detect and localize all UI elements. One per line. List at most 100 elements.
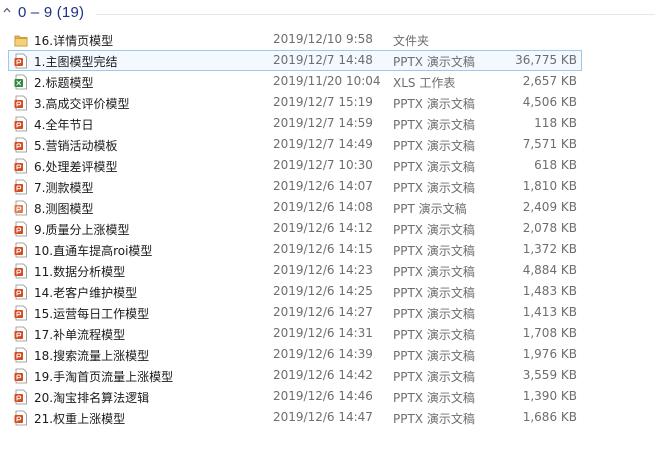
file-type: PPTX 演示文稿 <box>393 160 475 174</box>
file-type: PPTX 演示文稿 <box>393 181 475 195</box>
file-type: PPTX 演示文稿 <box>393 349 475 363</box>
pptx-icon <box>14 116 28 132</box>
group-title: 0 – 9 (19) <box>18 4 85 21</box>
file-name: 21.权重上涨模型 <box>34 412 126 426</box>
file-type: PPTX 演示文稿 <box>393 223 475 237</box>
file-row[interactable]: 2.标题模型 2019/11/20 10:04 XLS 工作表 2,657 KB <box>8 71 582 92</box>
file-row[interactable]: 1.主图模型完结 2019/12/7 14:48 PPTX 演示文稿 36,775 K… <box>8 50 582 71</box>
file-size: 1,413 KB <box>522 305 577 319</box>
file-type: PPTX 演示文稿 <box>393 328 475 342</box>
file-date: 2019/12/6 14:15 <box>273 242 373 256</box>
file-name: 7.测款模型 <box>34 181 94 195</box>
file-row[interactable]: 9.质量分上涨模型 2019/12/6 14:12 PPTX 演示文稿 2,078 K… <box>8 218 582 239</box>
file-row[interactable]: 8.测图模型 2019/12/6 14:08 PPT 演示文稿 2,409 KB <box>8 197 582 218</box>
file-name: 4.全年节日 <box>34 118 94 132</box>
folder-icon <box>14 32 28 48</box>
chevron-up-icon[interactable] <box>3 6 11 14</box>
file-name: 5.营销活动模板 <box>34 139 118 153</box>
file-size: 1,708 KB <box>522 326 577 340</box>
file-row[interactable]: 3.高成交评价模型 2019/12/7 15:19 PPTX 演示文稿 4,506 K… <box>8 92 582 113</box>
file-date: 2019/12/6 14:46 <box>273 389 373 403</box>
file-date: 2019/12/6 14:08 <box>273 200 373 214</box>
file-type: PPTX 演示文稿 <box>393 391 475 405</box>
file-type: PPTX 演示文稿 <box>393 118 475 132</box>
file-name: 8.测图模型 <box>34 202 94 216</box>
file-name: 9.质量分上涨模型 <box>34 223 130 237</box>
pptx-icon <box>14 389 28 405</box>
file-date: 2019/11/20 10:04 <box>273 74 381 88</box>
file-row[interactable]: 14.老客户维护模型 2019/12/6 14:25 PPTX 演示文稿 1,483 … <box>8 281 582 302</box>
file-row[interactable]: 4.全年节日 2019/12/7 14:59 PPTX 演示文稿 118 KB <box>8 113 582 134</box>
file-name: 10.直通车提高roi模型 <box>34 244 153 258</box>
file-type: PPTX 演示文稿 <box>393 265 475 279</box>
file-type: PPTX 演示文稿 <box>393 307 475 321</box>
file-size: 4,884 KB <box>522 263 577 277</box>
file-name: 17.补单流程模型 <box>34 328 126 342</box>
file-name: 18.搜索流量上涨模型 <box>34 349 150 363</box>
pptx-icon <box>14 326 28 342</box>
pptx-icon <box>14 158 28 174</box>
file-row[interactable]: 7.测款模型 2019/12/6 14:07 PPTX 演示文稿 1,810 KB <box>8 176 582 197</box>
file-date: 2019/12/6 14:42 <box>273 368 373 382</box>
pptx-icon <box>14 53 28 69</box>
file-date: 2019/12/6 14:31 <box>273 326 373 340</box>
file-name: 1.主图模型完结 <box>34 55 118 69</box>
file-type: PPTX 演示文稿 <box>393 139 475 153</box>
file-size: 1,810 KB <box>522 179 577 193</box>
file-size: 618 KB <box>534 158 577 172</box>
file-type: PPTX 演示文稿 <box>393 97 475 111</box>
file-size: 1,390 KB <box>522 389 577 403</box>
file-type: PPTX 演示文稿 <box>393 370 475 384</box>
file-date: 2019/12/6 14:12 <box>273 221 373 235</box>
file-size: 4,506 KB <box>522 95 577 109</box>
file-name: 14.老客户维护模型 <box>34 286 138 300</box>
file-type: PPT 演示文稿 <box>393 202 467 216</box>
file-row[interactable]: 18.搜索流量上涨模型 2019/12/6 14:39 PPTX 演示文稿 1,976… <box>8 344 582 365</box>
file-size: 7,571 KB <box>522 137 577 151</box>
file-date: 2019/12/7 14:59 <box>273 116 373 130</box>
file-date: 2019/12/6 14:39 <box>273 347 373 361</box>
file-name: 15.运营每日工作模型 <box>34 307 150 321</box>
file-size: 1,372 KB <box>522 242 577 256</box>
file-row[interactable]: 20.淘宝排名算法逻辑 2019/12/6 14:46 PPTX 演示文稿 1,390… <box>8 386 582 407</box>
pptx-icon <box>14 284 28 300</box>
file-name: 11.数据分析模型 <box>34 265 126 279</box>
file-type: PPTX 演示文稿 <box>393 55 475 69</box>
pptx-icon <box>14 263 28 279</box>
ppt-icon <box>14 200 28 216</box>
pptx-icon <box>14 179 28 195</box>
file-size: 1,483 KB <box>522 284 577 298</box>
file-name: 19.手淘首页流量上涨模型 <box>34 370 174 384</box>
file-name: 20.淘宝排名算法逻辑 <box>34 391 150 405</box>
file-size: 2,409 KB <box>522 200 577 214</box>
file-row[interactable]: 19.手淘首页流量上涨模型 2019/12/6 14:42 PPTX 演示文稿 3,5… <box>8 365 582 386</box>
group-divider <box>96 14 655 15</box>
pptx-icon <box>14 221 28 237</box>
file-date: 2019/12/6 14:07 <box>273 179 373 193</box>
file-type: 文件夹 <box>393 34 430 48</box>
file-type: PPTX 演示文稿 <box>393 286 475 300</box>
file-row[interactable]: 17.补单流程模型 2019/12/6 14:31 PPTX 演示文稿 1,708 K… <box>8 323 582 344</box>
file-row[interactable]: 10.直通车提高roi模型 2019/12/6 14:15 PPTX 演示文稿 1,3… <box>8 239 582 260</box>
pptx-icon <box>14 305 28 321</box>
pptx-icon <box>14 242 28 258</box>
file-size: 3,559 KB <box>522 368 577 382</box>
file-size: 2,078 KB <box>522 221 577 235</box>
file-size: 36,775 KB <box>515 53 577 67</box>
file-row[interactable]: 11.数据分析模型 2019/12/6 14:23 PPTX 演示文稿 4,884 K… <box>8 260 582 281</box>
pptx-icon <box>14 95 28 111</box>
pptx-icon <box>14 137 28 153</box>
group-header[interactable]: 0 – 9 (19) <box>0 0 659 28</box>
xls-icon <box>14 74 28 90</box>
file-date: 2019/12/7 10:30 <box>273 158 373 172</box>
file-name: 3.高成交评价模型 <box>34 97 130 111</box>
file-date: 2019/12/7 14:48 <box>273 53 373 67</box>
file-row[interactable]: 21.权重上涨模型 2019/12/6 14:47 PPTX 演示文稿 1,686 K… <box>8 407 582 428</box>
file-name: 16.详情页模型 <box>34 34 114 48</box>
file-row[interactable]: 5.营销活动模板 2019/12/7 14:49 PPTX 演示文稿 7,571 KB <box>8 134 582 155</box>
file-row[interactable]: 15.运营每日工作模型 2019/12/6 14:27 PPTX 演示文稿 1,413… <box>8 302 582 323</box>
file-row[interactable]: 6.处理差评模型 2019/12/7 10:30 PPTX 演示文稿 618 KB <box>8 155 582 176</box>
file-size: 118 KB <box>534 116 577 130</box>
file-row[interactable]: 16.详情页模型 2019/12/10 9:58 文件夹 <box>8 29 582 50</box>
file-type: PPTX 演示文稿 <box>393 244 475 258</box>
